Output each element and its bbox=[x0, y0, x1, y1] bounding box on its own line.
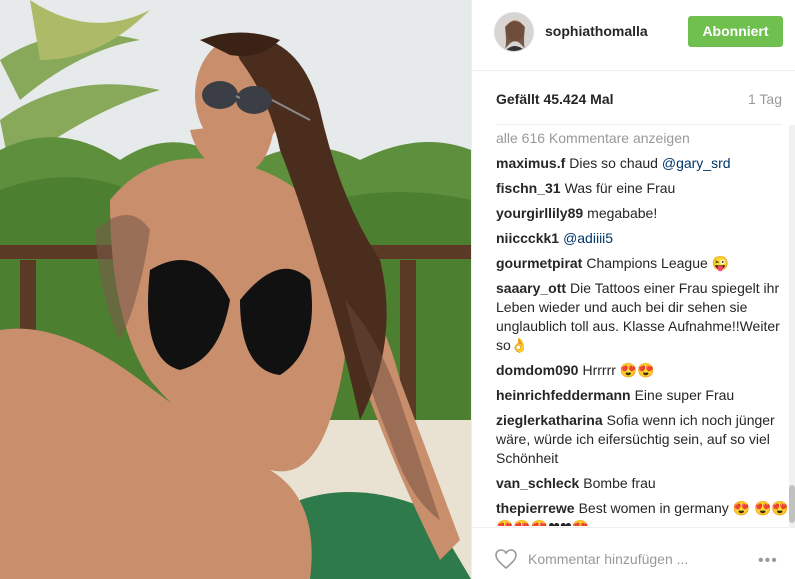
comment-item: thepierreweBest women in germany 😍 😍😍😍😍😍… bbox=[496, 499, 795, 526]
comment-item: domdom090 Hrrrrr 😍😍 bbox=[496, 361, 795, 380]
comment-text: Eine super Frau bbox=[634, 387, 735, 403]
comment-text: Was für eine Frau bbox=[564, 180, 676, 196]
comment-username[interactable]: saaary_ott bbox=[496, 280, 566, 296]
follow-button[interactable]: Abonniert bbox=[688, 16, 783, 47]
comment-mention[interactable]: @adiiii5 bbox=[563, 230, 613, 246]
likes-count[interactable]: Gefällt 45.424 Mal bbox=[496, 91, 614, 107]
post-header: sophiathomalla Abonniert bbox=[472, 0, 795, 71]
comments-scrollbar[interactable] bbox=[789, 125, 795, 527]
comment-username[interactable]: heinrichfeddermann bbox=[496, 387, 631, 403]
comment-mention[interactable]: @gary_srd bbox=[662, 155, 731, 171]
comment-username[interactable]: maximus.f bbox=[496, 155, 565, 171]
comment-username[interactable]: domdom090 bbox=[496, 362, 578, 378]
more-options-icon[interactable]: ••• bbox=[758, 552, 778, 570]
comment-item: zieglerkatharina Sofia wenn ich noch jüng… bbox=[496, 411, 795, 468]
likes-row: Gefällt 45.424 Mal 1 Tag bbox=[496, 91, 782, 111]
avatar[interactable] bbox=[494, 12, 534, 52]
comment-text: Bombe frau bbox=[583, 475, 656, 491]
avatar-image bbox=[495, 13, 533, 51]
comment-text: Dies so chaud bbox=[569, 155, 658, 171]
username-link[interactable]: sophiathomalla bbox=[545, 23, 648, 39]
comment-username[interactable]: van_schleck bbox=[496, 475, 579, 491]
comment-item: niiccckk1 @adiiii5 bbox=[496, 229, 795, 248]
photo-illustration bbox=[0, 0, 471, 579]
scrollbar-thumb[interactable] bbox=[789, 485, 795, 523]
post-sidebar: sophiathomalla Abonniert Gefällt 45.424 … bbox=[471, 0, 795, 579]
post-timestamp[interactable]: 1 Tag bbox=[748, 91, 782, 107]
comment-item: van_schleck Bombe frau bbox=[496, 474, 795, 493]
divider bbox=[496, 124, 782, 125]
post-photo[interactable] bbox=[0, 0, 471, 579]
comment-text: Hrrrrr 😍😍 bbox=[582, 362, 655, 378]
view-all-comments-link[interactable]: alle 616 Kommentare anzeigen bbox=[496, 129, 795, 148]
comment-username[interactable]: thepierrewe bbox=[496, 500, 575, 516]
comment-item: saaary_ott Die Tattoos einer Frau spiegel… bbox=[496, 279, 795, 355]
comment-text: Champions League 😜 bbox=[586, 255, 730, 271]
comment-text: megababe! bbox=[587, 205, 658, 221]
comment-item: yourgirllily89 megababe! bbox=[496, 204, 795, 223]
comment-username[interactable]: zieglerkatharina bbox=[496, 412, 603, 428]
comment-username[interactable]: niiccckk1 bbox=[496, 230, 559, 246]
comment-username[interactable]: yourgirllily89 bbox=[496, 205, 583, 221]
comment-item: fischn_31 Was für eine Frau bbox=[496, 179, 795, 198]
comment-username[interactable]: gourmetpirat bbox=[496, 255, 582, 271]
comment-footer: ••• bbox=[472, 527, 795, 579]
comments-list: alle 616 Kommentare anzeigen maximus.f Di… bbox=[496, 129, 795, 526]
comment-item: heinrichfeddermann Eine super Frau bbox=[496, 386, 795, 405]
add-comment-input[interactable] bbox=[528, 547, 728, 571]
comment-item: gourmetpirat Champions League 😜 bbox=[496, 254, 795, 273]
comment-username[interactable]: fischn_31 bbox=[496, 180, 561, 196]
comment-item: maximus.f Dies so chaud @gary_srd bbox=[496, 154, 795, 173]
heart-icon[interactable] bbox=[494, 548, 518, 570]
